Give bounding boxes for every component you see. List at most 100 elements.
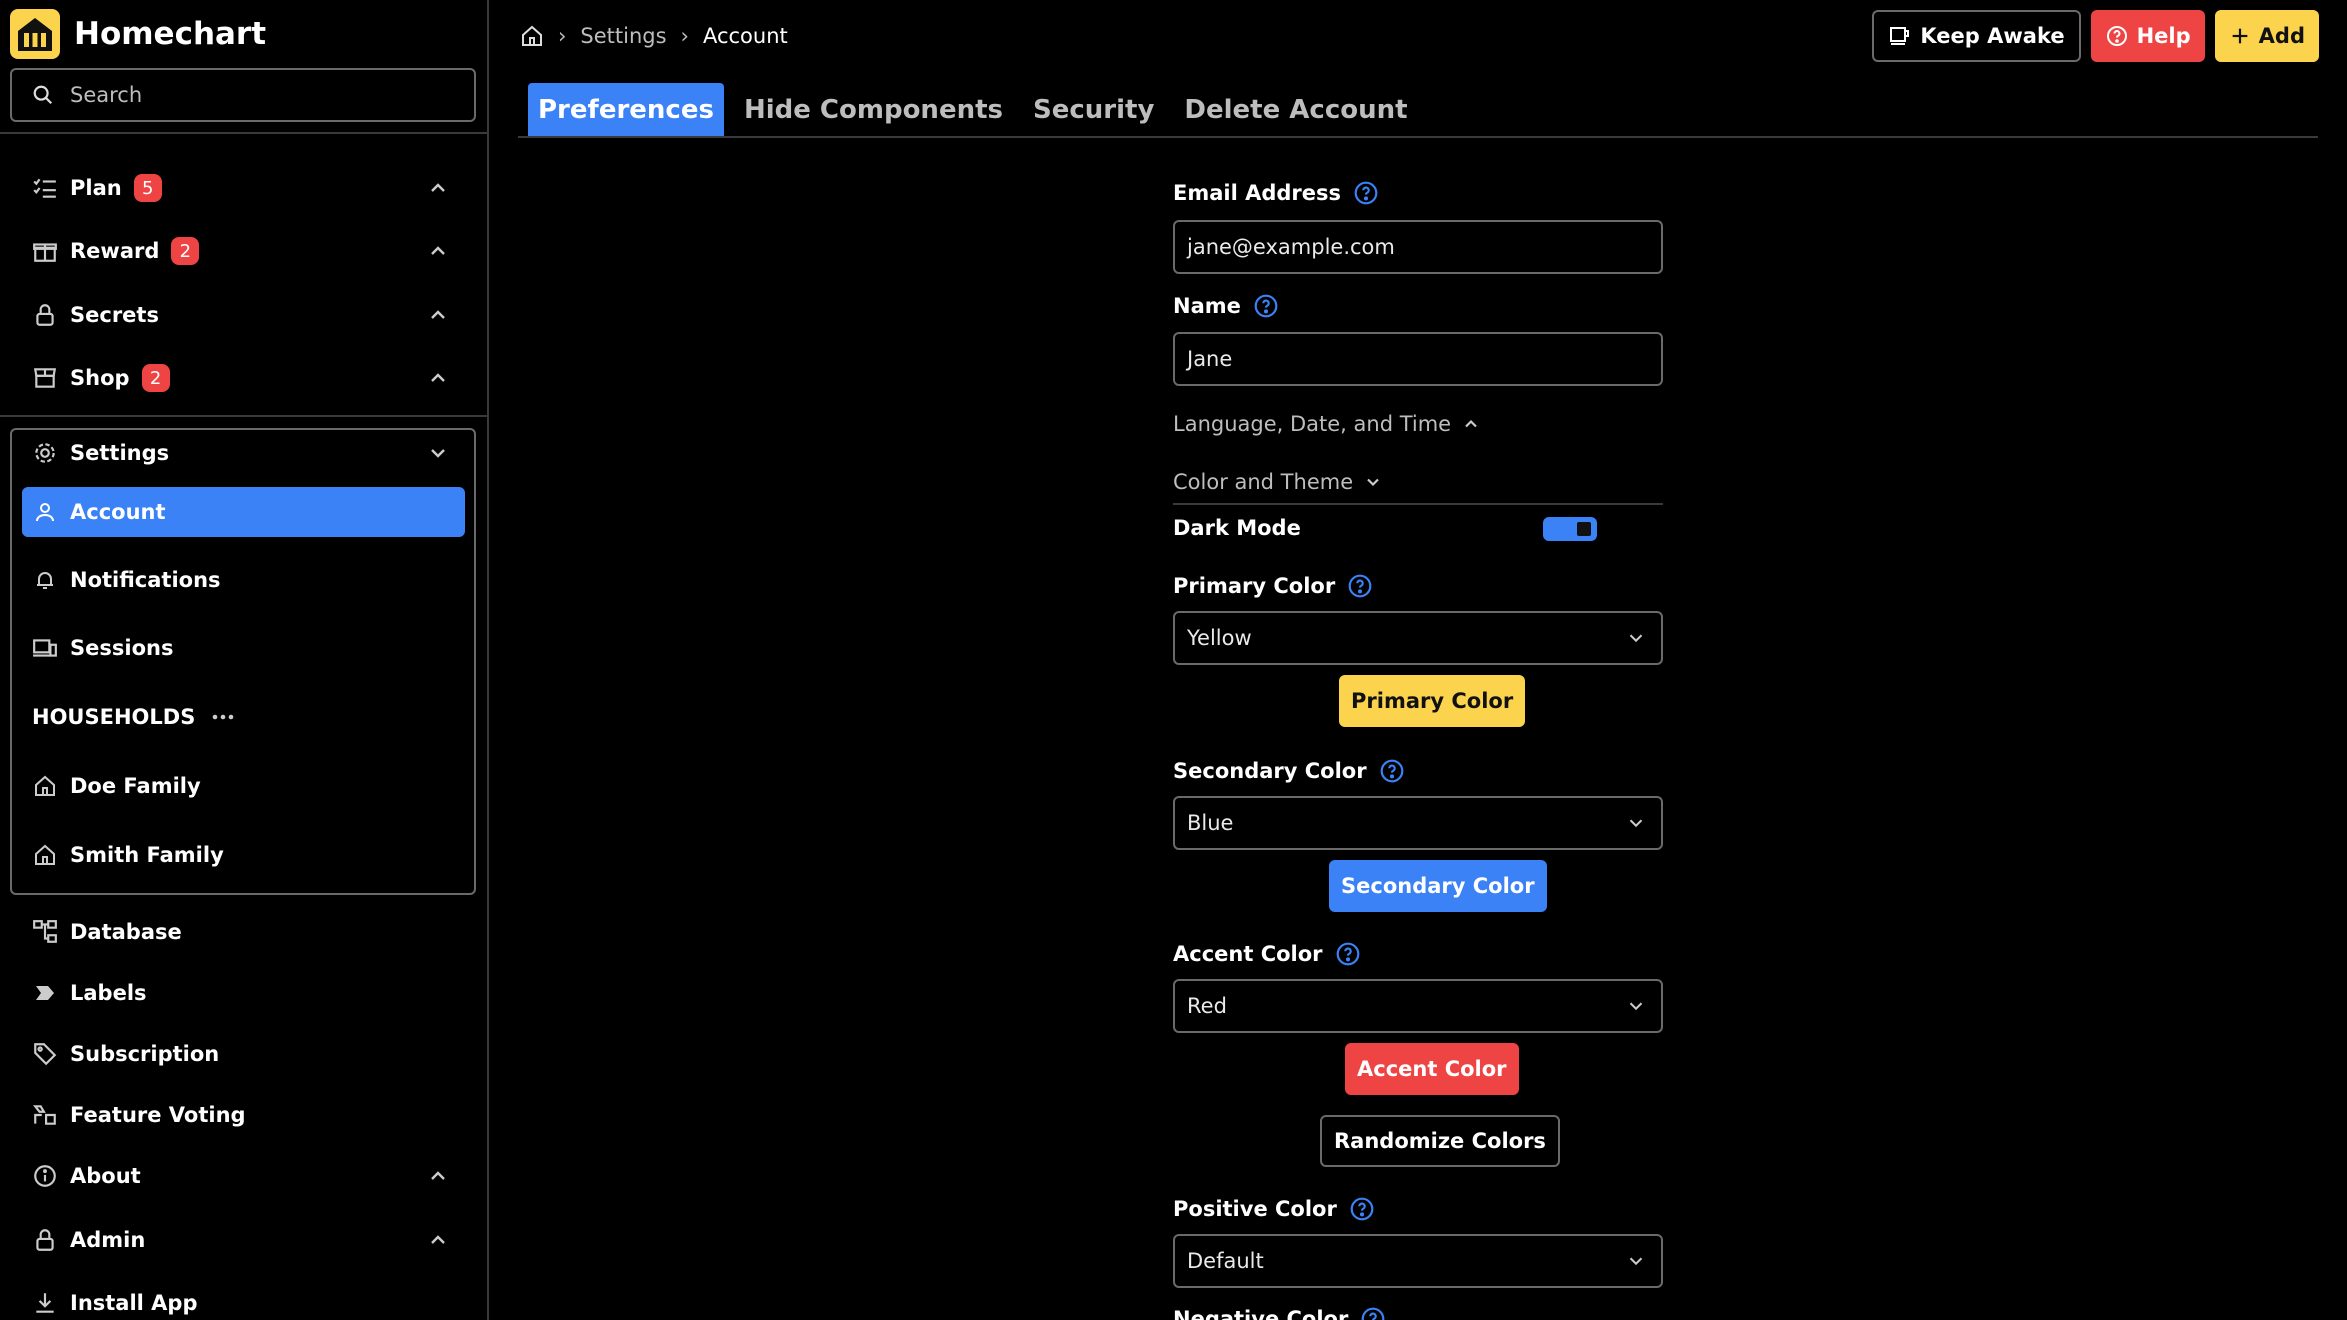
section-color-label: Color and Theme [1173,470,1354,494]
primary-color-select[interactable]: Yellow [1173,611,1663,665]
sidebar-item-shop[interactable]: Shop 2 [30,358,450,398]
primary-color-value: Yellow [1187,626,1252,650]
help-icon[interactable] [1379,758,1405,784]
email-label: Email Address [1173,181,1342,205]
section-language-toggle[interactable]: Language, Date, and Time [1173,412,1481,436]
sidebar-item-label: Reward [70,239,160,263]
chevron-down-icon [1367,478,1379,487]
sidebar-item-label: Admin [70,1228,146,1252]
sidebar-item-plan[interactable]: Plan 5 [30,168,450,208]
sidebar-item-notifications[interactable]: Notifications [30,560,450,600]
sidebar-item-settings[interactable]: Settings [30,433,450,473]
user-icon [30,497,60,527]
devices-icon [30,633,60,663]
app-name: Homechart [74,16,267,52]
sidebar-item-label: Plan [70,176,122,200]
chevron-down-icon[interactable] [426,441,450,465]
accent-color-label-row: Accent Color [1173,941,1361,967]
top-actions: Keep Awake Help Add [1872,10,2319,62]
sidebar-item-doe-family[interactable]: Doe Family [30,766,450,806]
primary-color-label: Primary Color [1173,574,1336,598]
sidebar-item-sessions[interactable]: Sessions [30,628,450,668]
chevron-up-icon[interactable] [426,1164,450,1188]
dark-mode-toggle[interactable] [1543,517,1597,541]
divider [0,415,487,417]
home-icon[interactable] [520,24,544,48]
help-icon[interactable] [1349,1196,1375,1222]
secondary-color-select[interactable]: Blue [1173,796,1663,850]
primary-color-button[interactable]: Primary Color [1339,675,1526,727]
home-icon [30,771,60,801]
add-button[interactable]: Add [2214,10,2319,62]
sidebar: Homechart Search Plan 5 Reward 2 Secrets… [0,0,489,1320]
database-tree-icon [30,917,60,947]
primary-color-label-row: Primary Color [1173,573,1373,599]
sidebar-item-label: Install App [70,1291,198,1315]
sidebar-item-feature-voting[interactable]: Feature Voting [30,1095,450,1135]
chevron-up-icon[interactable] [426,303,450,327]
positive-color-label-row: Positive Color [1173,1196,1375,1222]
section-color-toggle[interactable]: Color and Theme [1173,470,1383,494]
help-button[interactable]: Help [2090,10,2205,62]
positive-color-select[interactable]: Default [1173,1234,1663,1288]
brand[interactable]: Homechart [10,8,266,60]
sidebar-item-subscription[interactable]: Subscription [30,1034,450,1074]
help-icon[interactable] [1253,293,1279,319]
chevron-up-icon[interactable] [426,366,450,390]
home-icon [30,840,60,870]
tab-hide-components[interactable]: Hide Components [734,83,1013,137]
sidebar-item-label: Shop [70,366,130,390]
chevron-down-icon [1629,634,1643,643]
chevron-up-icon [1465,419,1477,428]
add-label: Add [2258,24,2305,48]
email-field[interactable]: jane@example.com [1173,220,1663,274]
keep-awake-label: Keep Awake [1920,24,2065,48]
chevron-up-icon[interactable] [426,239,450,263]
sidebar-item-install-app[interactable]: Install App [30,1283,450,1320]
chevron-right-icon: › [680,24,689,48]
name-field[interactable]: Jane [1173,332,1663,386]
secondary-color-label: Secondary Color [1173,759,1367,783]
help-icon[interactable] [1353,180,1379,206]
keep-awake-button[interactable]: Keep Awake [1872,10,2081,62]
section-divider [1173,503,1663,505]
accent-color-button[interactable]: Accent Color [1345,1043,1519,1095]
name-label-row: Name [1173,293,1279,319]
gear-icon [30,438,60,468]
sidebar-item-admin[interactable]: Admin [30,1220,450,1260]
tab-preferences[interactable]: Preferences [528,83,724,137]
accent-color-select[interactable]: Red [1173,979,1663,1033]
accent-color-value: Red [1187,994,1227,1018]
sidebar-item-about[interactable]: About [30,1156,450,1196]
search-input[interactable]: Search [10,68,476,122]
households-label: HOUSEHOLDS [32,705,196,729]
help-icon [2106,26,2127,46]
sidebar-item-account[interactable]: Account [30,492,450,532]
toggle-knob [1577,522,1591,536]
help-icon[interactable] [1360,1306,1386,1320]
breadcrumb-settings[interactable]: Settings [580,24,666,48]
sidebar-item-database[interactable]: Database [30,912,450,952]
tab-security[interactable]: Security [1023,83,1164,137]
chevron-up-icon[interactable] [426,176,450,200]
more-icon[interactable] [209,705,237,729]
sidebar-item-label: Database [70,920,182,944]
chevron-up-icon[interactable] [426,1228,450,1252]
households-header: HOUSEHOLDS [32,697,452,737]
lock-icon [30,300,60,330]
tab-delete-account[interactable]: Delete Account [1174,83,1417,137]
sidebar-item-reward[interactable]: Reward 2 [30,231,450,271]
gift-icon [30,236,60,266]
sidebar-item-secrets[interactable]: Secrets [30,295,450,335]
help-icon[interactable] [1347,573,1373,599]
help-icon[interactable] [1335,941,1361,967]
count-badge: 2 [171,237,200,265]
sidebar-item-label: Settings [70,441,170,465]
bell-icon [30,565,60,595]
sidebar-item-smith-family[interactable]: Smith Family [30,835,450,875]
sidebar-item-labels[interactable]: Labels [30,973,450,1013]
sidebar-item-label: About [70,1164,141,1188]
secondary-color-button[interactable]: Secondary Color [1329,860,1547,912]
randomize-colors-button[interactable]: Randomize Colors [1320,1115,1560,1167]
sidebar-item-label: Sessions [70,636,174,660]
